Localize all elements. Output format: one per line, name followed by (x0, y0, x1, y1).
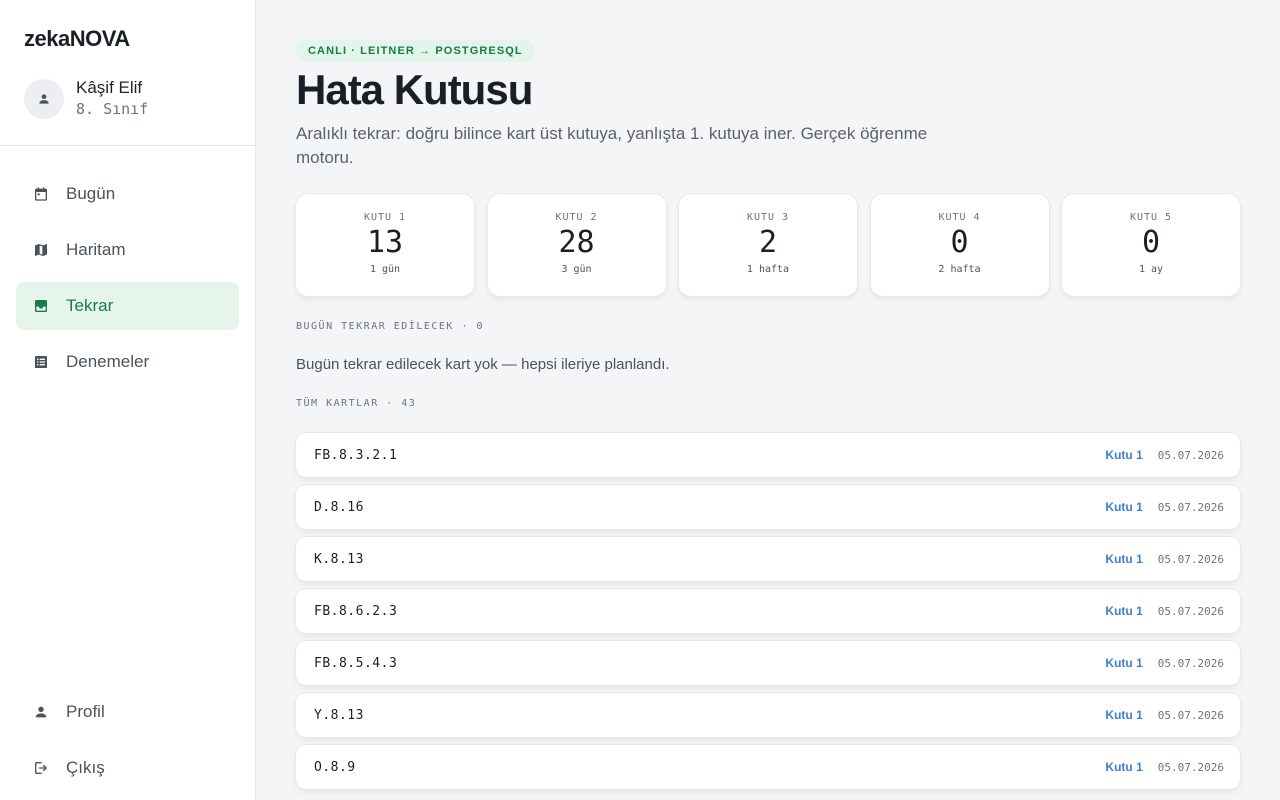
card-box-link[interactable]: Kutu 1 (1105, 448, 1142, 462)
card-date: 05.07.2026 (1157, 552, 1224, 566)
empty-state-message: Bugün tekrar edilecek kart yok — hepsi i… (296, 356, 670, 373)
box-count: 0 (1141, 225, 1161, 260)
card-code: FB.8.5.4.3 (314, 655, 398, 671)
leitner-boxes: KUTU 1 13 1 gün KUTU 2 28 3 gün KUTU 3 2… (296, 194, 1240, 296)
box-interval: 1 hafta (746, 264, 790, 275)
sidebar-item-haritam[interactable]: Haritam (16, 226, 239, 274)
list-item[interactable]: FB.8.6.2.3 Kutu 1 05.07.2026 (296, 589, 1240, 633)
inbox-icon (32, 297, 50, 315)
leitner-box-4[interactable]: KUTU 4 0 2 hafta (870, 194, 1049, 296)
list-item[interactable]: K.8.13 Kutu 1 05.07.2026 (296, 537, 1240, 581)
list-item[interactable]: D.8.16 Kutu 1 05.07.2026 (296, 485, 1240, 529)
today-section-label: BUGÜN TEKRAR EDİLECEK · 0 (296, 321, 485, 332)
box-interval: 1 ay (1138, 264, 1164, 275)
page-title: Hata Kutusu (296, 66, 533, 113)
main-content: CANLI · LEITNER → POSTGRESQL Hata Kutusu… (256, 0, 1280, 800)
map-icon (32, 241, 50, 259)
box-label: KUTU 2 (555, 212, 598, 223)
leitner-box-3[interactable]: KUTU 3 2 1 hafta (679, 194, 857, 296)
list-item[interactable]: Y.8.13 Kutu 1 05.07.2026 (296, 693, 1240, 737)
sidebar-item-label: Haritam (66, 240, 126, 259)
list-item[interactable]: O.8.9 Kutu 1 05.07.2026 (296, 745, 1240, 789)
sidebar-item-label: Denemeler (66, 352, 150, 371)
card-date: 05.07.2026 (1157, 760, 1224, 774)
card-box-link[interactable]: Kutu 1 (1105, 604, 1142, 618)
box-label: KUTU 3 (746, 212, 790, 223)
leitner-box-1[interactable]: KUTU 1 13 1 gün (296, 194, 474, 296)
sidebar-item-label: Bugün (66, 184, 116, 203)
card-box-link[interactable]: Kutu 1 (1105, 500, 1142, 514)
leitner-box-5[interactable]: KUTU 5 0 1 ay (1062, 194, 1240, 296)
status-badge: CANLI · LEITNER → POSTGRESQL (296, 40, 535, 62)
sidebar-item-profil[interactable]: Profil (16, 688, 239, 736)
box-count: 2 (758, 225, 778, 260)
person-icon (32, 703, 50, 721)
card-date: 05.07.2026 (1157, 656, 1224, 670)
box-count: 0 (950, 225, 969, 260)
card-code: D.8.16 (314, 499, 364, 515)
card-list: FB.8.3.2.1 Kutu 1 05.07.2026 D.8.16 Kutu… (296, 433, 1240, 797)
card-date: 05.07.2026 (1157, 708, 1224, 722)
avatar (24, 78, 64, 119)
user-name: Kâşif Elif (76, 78, 143, 97)
checklist-icon (32, 353, 50, 371)
card-box-link[interactable]: Kutu 1 (1105, 708, 1142, 722)
all-cards-section-label: TÜM KARTLAR · 43 (296, 398, 417, 409)
page-subtitle: Aralıklı tekrar: doğru bilince kart üst … (296, 124, 928, 167)
box-interval: 3 gün (561, 264, 592, 275)
list-item[interactable]: FB.8.3.2.1 Kutu 1 05.07.2026 (296, 433, 1240, 477)
card-code: FB.8.6.2.3 (314, 603, 398, 619)
sidebar-item-cikis[interactable]: Çıkış (16, 744, 239, 792)
box-label: KUTU 5 (1129, 212, 1173, 223)
box-label: KUTU 4 (938, 212, 981, 223)
card-code: K.8.13 (314, 551, 364, 567)
box-label: KUTU 1 (363, 212, 407, 223)
user-class: 8. Sınıf (76, 100, 149, 118)
list-item[interactable]: FB.8.5.4.3 Kutu 1 05.07.2026 (296, 641, 1240, 685)
card-box-link[interactable]: Kutu 1 (1105, 656, 1142, 670)
card-box-link[interactable]: Kutu 1 (1105, 760, 1142, 774)
card-code: Y.8.13 (314, 707, 364, 723)
sidebar-item-label: Çıkış (66, 758, 105, 777)
box-count: 28 (558, 225, 595, 260)
calendar-icon (32, 185, 50, 203)
leitner-box-2[interactable]: KUTU 2 28 3 gün (487, 194, 666, 296)
sidebar-item-denemeler[interactable]: Denemeler (16, 338, 239, 386)
card-date: 05.07.2026 (1157, 448, 1224, 462)
person-icon (39, 93, 49, 104)
sidebar-item-bugun[interactable]: Bugün (16, 170, 239, 218)
box-interval: 2 hafta (938, 264, 981, 275)
card-date: 05.07.2026 (1157, 604, 1224, 618)
user-card[interactable]: Kâşif Elif 8. Sınıf (24, 78, 148, 119)
sidebar: zekaNOVA Kâşif Elif 8. Sınıf Bugün Harit… (0, 0, 256, 800)
brand-logo: zekaNOVA (24, 26, 130, 51)
sidebar-item-label: Tekrar (66, 296, 114, 315)
sidebar-item-tekrar[interactable]: Tekrar (16, 282, 239, 330)
card-date: 05.07.2026 (1157, 500, 1224, 514)
sidebar-divider (0, 145, 255, 146)
box-count: 13 (366, 225, 404, 260)
card-box-link[interactable]: Kutu 1 (1105, 552, 1142, 566)
box-interval: 1 gün (369, 264, 401, 275)
sidebar-item-label: Profil (66, 702, 105, 721)
card-code: FB.8.3.2.1 (314, 447, 398, 463)
card-code: O.8.9 (314, 759, 356, 775)
logout-icon (32, 759, 50, 777)
